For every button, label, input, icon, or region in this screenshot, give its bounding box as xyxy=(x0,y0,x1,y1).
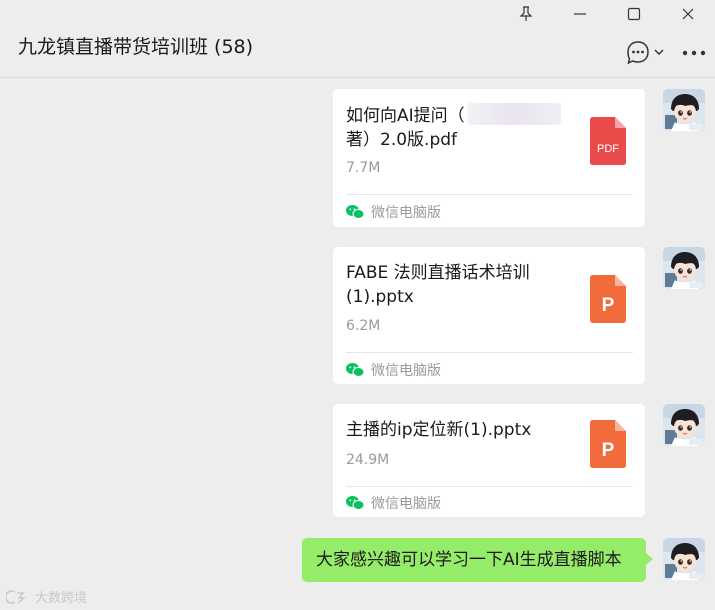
window-controls xyxy=(499,0,715,28)
file-message[interactable]: 主播的ip定位新(1).pptx 24.9M P 微信电脑版 xyxy=(333,404,645,517)
source-text: 微信电脑版 xyxy=(371,496,441,512)
divider xyxy=(346,194,633,195)
blurred-text xyxy=(466,103,561,125)
pin-icon xyxy=(519,6,533,21)
pptx-file-icon: P xyxy=(590,420,626,468)
avatar[interactable] xyxy=(663,89,705,131)
minimize-icon xyxy=(574,13,586,15)
chat-bubble-icon xyxy=(627,41,664,65)
file-name: FABE 法则直播话术培训 (1).pptx xyxy=(346,261,566,309)
watermark-logo-icon xyxy=(6,589,26,604)
text-message[interactable]: 大家感兴趣可以学习一下AI生成直播脚本 xyxy=(302,538,646,582)
file-message[interactable]: 如何向AI提问（ 著）2.0版.pdf 7.7M PDF 微信电脑版 xyxy=(333,89,645,227)
file-name-line: (1).pptx xyxy=(346,287,414,307)
chat-header: 九龙镇直播带货培训班 (58) xyxy=(0,28,715,78)
file-size: 6.2M xyxy=(346,318,381,334)
minimize-button[interactable] xyxy=(553,0,607,28)
close-button[interactable] xyxy=(661,0,715,28)
watermark: 大数跨境 xyxy=(6,587,87,606)
file-name: 主播的ip定位新(1).pptx xyxy=(346,418,566,442)
file-name-line: 如何向AI提问（ xyxy=(346,106,465,126)
pdf-file-icon: PDF xyxy=(590,117,626,165)
wechat-icon xyxy=(346,205,365,219)
pptx-icon-label: P xyxy=(602,295,615,316)
maximize-button[interactable] xyxy=(607,0,661,28)
file-size: 7.7M xyxy=(346,160,381,176)
pptx-file-icon: P xyxy=(590,275,626,323)
watermark-text: 大数跨境 xyxy=(35,591,88,606)
close-icon xyxy=(682,8,694,20)
header-actions xyxy=(615,38,715,68)
source-text: 微信电脑版 xyxy=(371,363,441,379)
source-label: 微信电脑版 xyxy=(345,360,441,380)
avatar[interactable] xyxy=(663,247,705,289)
chat-bubble-button[interactable] xyxy=(615,40,673,66)
pin-button[interactable] xyxy=(499,0,553,28)
source-label: 微信电脑版 xyxy=(345,493,441,513)
file-name-line: FABE 法则直播话术培训 xyxy=(346,263,530,283)
source-text: 微信电脑版 xyxy=(371,205,441,221)
avatar[interactable] xyxy=(663,404,705,446)
more-button[interactable] xyxy=(673,49,715,57)
wechat-icon xyxy=(346,363,365,377)
chat-title: 九龙镇直播带货培训班 (58) xyxy=(18,36,254,58)
maximize-icon xyxy=(627,7,641,21)
file-size: 24.9M xyxy=(346,452,390,468)
pptx-icon-label: P xyxy=(602,440,615,461)
more-icon xyxy=(682,50,706,56)
file-name-line: 主播的ip定位新(1).pptx xyxy=(346,420,532,440)
divider xyxy=(346,352,633,353)
wechat-icon xyxy=(346,496,365,510)
source-label: 微信电脑版 xyxy=(345,202,441,222)
file-name: 如何向AI提问（ 著）2.0版.pdf xyxy=(346,103,566,152)
avatar[interactable] xyxy=(663,538,705,580)
file-name-line: 著）2.0版.pdf xyxy=(346,130,458,150)
file-message[interactable]: FABE 法则直播话术培训 (1).pptx 6.2M P 微信电脑版 xyxy=(333,247,645,384)
divider xyxy=(346,486,633,487)
pdf-icon-label: PDF xyxy=(597,143,619,155)
bubble-tail xyxy=(646,553,653,565)
